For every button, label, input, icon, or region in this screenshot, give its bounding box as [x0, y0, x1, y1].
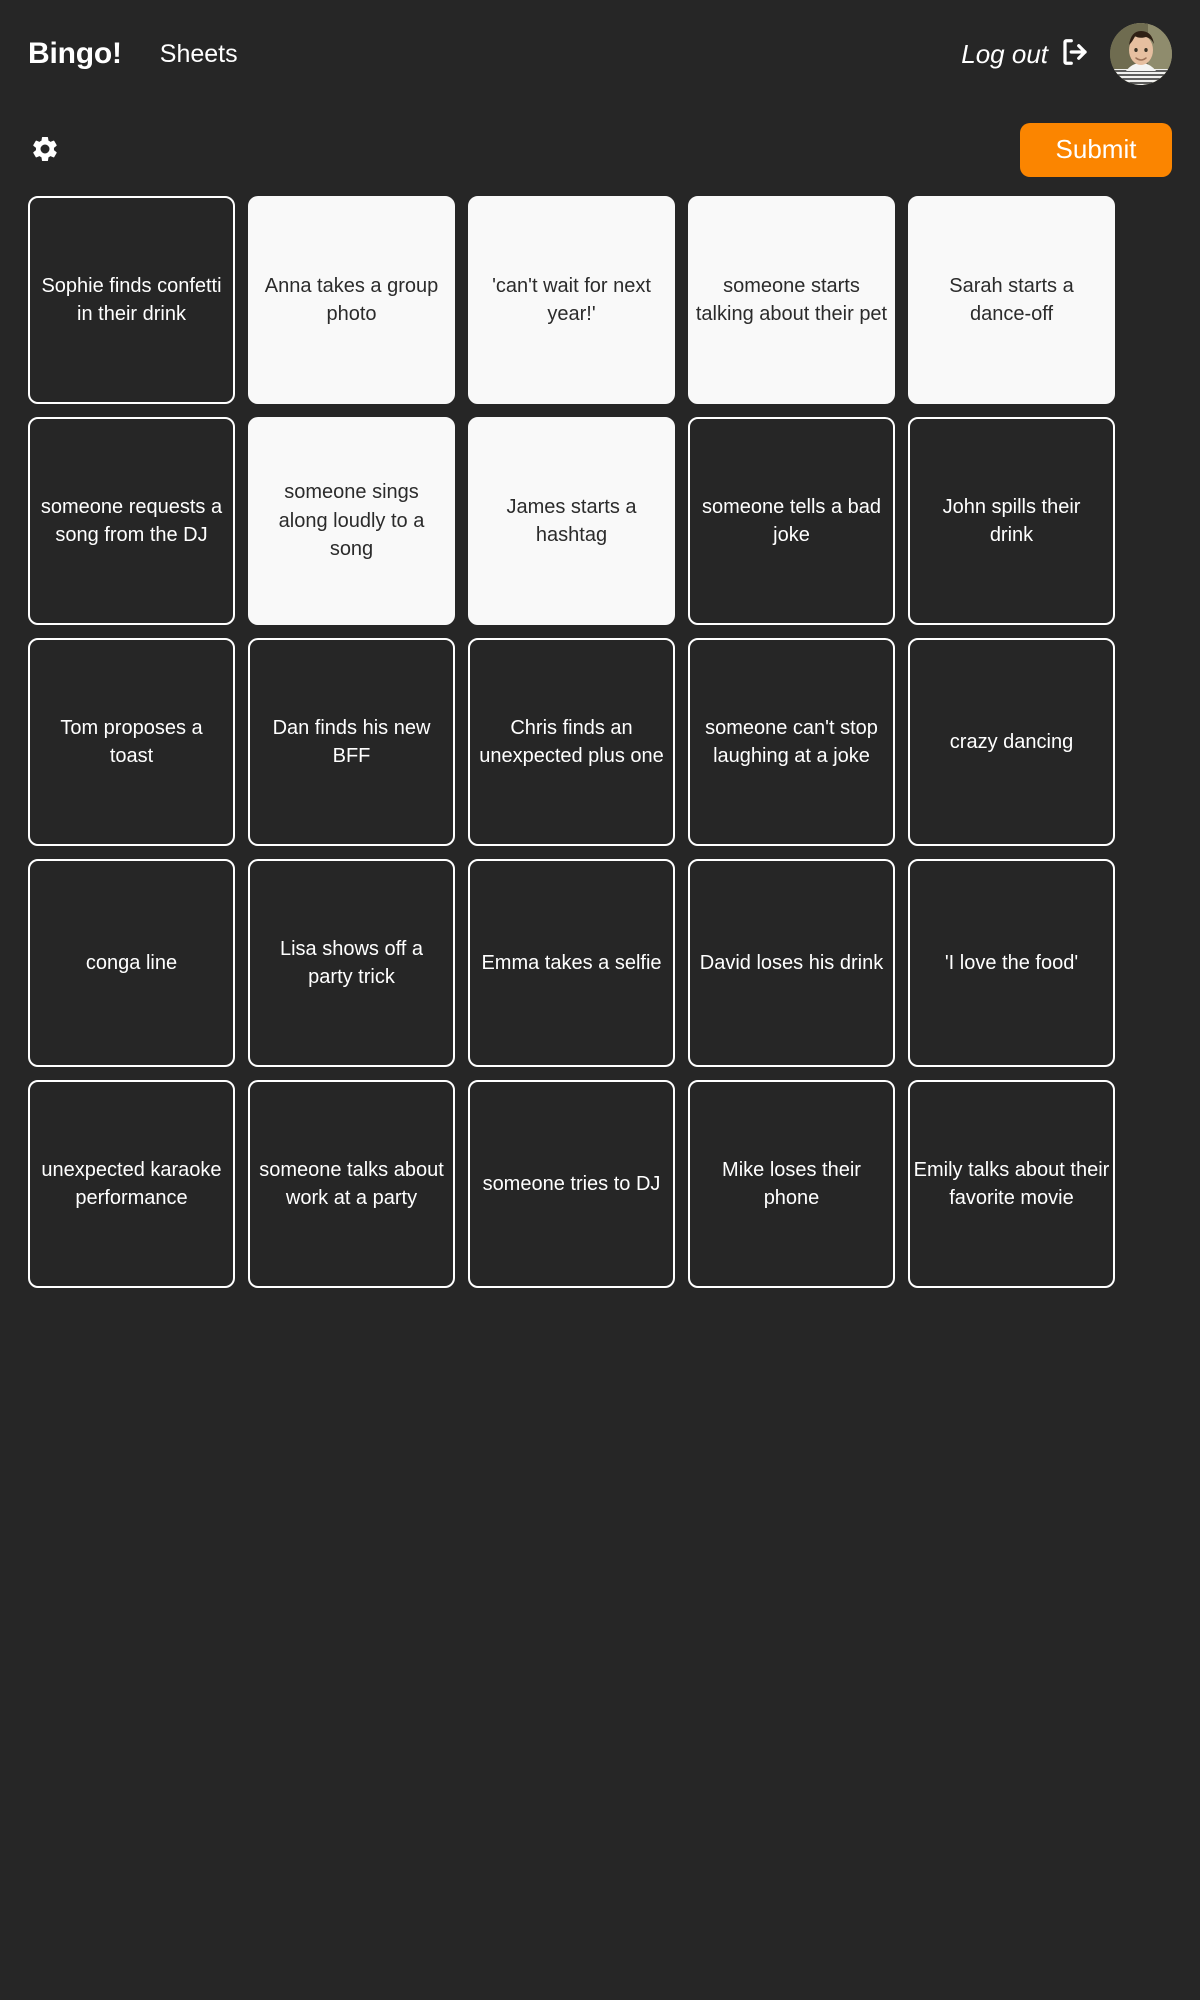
bingo-cell-label: Mike loses their phone: [722, 1158, 861, 1209]
bingo-cell[interactable]: conga line: [28, 859, 235, 1067]
bingo-cell[interactable]: David loses his drink: [688, 859, 895, 1067]
bingo-cell-label: Sophie finds confetti in their drink: [41, 274, 222, 325]
bingo-cell[interactable]: someone can't stop laughing at a joke: [688, 638, 895, 846]
logout-button[interactable]: Log out: [961, 37, 1090, 72]
bingo-cell-label: crazy dancing: [949, 730, 1074, 753]
submit-button[interactable]: Submit: [1020, 123, 1172, 177]
app-brand-title: Bingo!: [28, 37, 122, 70]
bingo-cell[interactable]: unexpected karaoke performance: [28, 1080, 235, 1288]
logout-arrow-icon[interactable]: [1060, 37, 1090, 72]
app-header: Bingo! Sheets Log out: [0, 0, 1200, 108]
bingo-cell[interactable]: 'can't wait for next year!': [468, 196, 675, 404]
bingo-cell[interactable]: Anna takes a group photo: [248, 196, 455, 404]
bingo-cell-label: John spills their drink: [942, 495, 1081, 546]
bingo-cell[interactable]: 'I love the food': [908, 859, 1115, 1067]
bingo-cell[interactable]: someone requests a song from the DJ: [28, 417, 235, 625]
bingo-cell-label: Chris finds an unexpected plus one: [479, 716, 664, 767]
logout-label: Log out: [961, 39, 1048, 69]
bingo-cell-label: someone tries to DJ: [482, 1172, 661, 1195]
bingo-cell-label: unexpected karaoke performance: [41, 1158, 222, 1209]
bingo-cell[interactable]: James starts a hashtag: [468, 417, 675, 625]
bingo-cell-label: 'can't wait for next year!': [492, 274, 651, 325]
bingo-cell-label: conga line: [85, 951, 178, 974]
gear-icon: [30, 134, 60, 167]
bingo-cell[interactable]: someone starts talking about their pet: [688, 196, 895, 404]
bingo-cell[interactable]: John spills their drink: [908, 417, 1115, 625]
avatar-portrait: [1110, 23, 1172, 85]
app-root: Bingo! Sheets Log out Submit Sophie find…: [0, 0, 1200, 2000]
bingo-cell[interactable]: someone tells a bad joke: [688, 417, 895, 625]
bingo-cell-label: Emma takes a selfie: [481, 951, 662, 974]
bingo-cell-label: Anna takes a group photo: [264, 274, 439, 325]
bingo-cell[interactable]: Mike loses their phone: [688, 1080, 895, 1288]
bingo-cell[interactable]: Sarah starts a dance-off: [908, 196, 1115, 404]
bingo-cell[interactable]: someone sings along loudly to a song: [248, 417, 455, 625]
bingo-cell[interactable]: Chris finds an unexpected plus one: [468, 638, 675, 846]
bingo-cell[interactable]: Tom proposes a toast: [28, 638, 235, 846]
bingo-cell-label: someone can't stop laughing at a joke: [705, 716, 878, 767]
bingo-cell[interactable]: crazy dancing: [908, 638, 1115, 846]
bingo-cell-label: Lisa shows off a party trick: [279, 937, 424, 988]
bingo-cell[interactable]: Lisa shows off a party trick: [248, 859, 455, 1067]
bingo-cell-label: someone talks about work at a party: [259, 1158, 444, 1209]
bingo-cell-label: James starts a hashtag: [506, 495, 637, 546]
bingo-cell[interactable]: Emma takes a selfie: [468, 859, 675, 1067]
nav-link-sheets[interactable]: Sheets: [160, 41, 238, 67]
board-toolbar: Submit: [0, 112, 1200, 188]
bingo-cell-label: 'I love the food': [944, 951, 1079, 974]
bingo-cell-label: someone tells a bad joke: [701, 495, 881, 546]
user-avatar[interactable]: [1110, 23, 1172, 85]
bingo-cell-label: Sarah starts a dance-off: [949, 274, 1074, 325]
bingo-board-wrapper: Sophie finds confetti in their drink Anna…: [0, 196, 1200, 1288]
bingo-cell-label: someone starts talking about their pet: [695, 274, 888, 325]
bingo-cell[interactable]: Dan finds his new BFF: [248, 638, 455, 846]
bingo-cell[interactable]: someone talks about work at a party: [248, 1080, 455, 1288]
bingo-cell[interactable]: Sophie finds confetti in their drink: [28, 196, 235, 404]
bingo-cell[interactable]: someone tries to DJ: [468, 1080, 675, 1288]
bingo-cell-label: someone sings along loudly to a song: [278, 481, 425, 561]
bingo-cell-label: Tom proposes a toast: [60, 716, 203, 767]
bingo-cell-label: Dan finds his new BFF: [272, 716, 431, 767]
settings-button[interactable]: [28, 133, 62, 167]
bingo-cell-label: Emily talks about their favorite movie: [913, 1158, 1110, 1209]
bingo-cell-label: someone requests a song from the DJ: [40, 495, 223, 546]
bingo-cell-label: David loses his drink: [699, 951, 884, 974]
bingo-cell[interactable]: Emily talks about their favorite movie: [908, 1080, 1115, 1288]
bingo-grid: Sophie finds confetti in their drink Anna…: [28, 196, 1172, 1288]
